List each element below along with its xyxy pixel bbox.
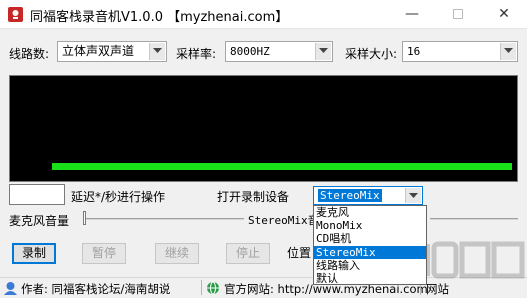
line-count-select[interactable]: 立体声双声道 bbox=[57, 41, 167, 62]
device-option[interactable]: 默认 bbox=[314, 272, 426, 285]
window-title: 同福客栈录音机V1.0.0 【myzhenai.com】 bbox=[30, 10, 289, 25]
chevron-down-icon bbox=[500, 43, 516, 60]
minimize-icon: — bbox=[405, 6, 419, 22]
device-label: 打开录制设备 bbox=[217, 190, 290, 204]
minimize-button[interactable]: — bbox=[389, 0, 435, 29]
status-separator bbox=[201, 280, 202, 295]
stop-button[interactable]: 停止 bbox=[226, 243, 270, 264]
device-dropdown-list[interactable]: 麦克风 MonoMix CD唱机 StereoMix 线路输入 默认 bbox=[313, 205, 427, 285]
device-option[interactable]: CD唱机 bbox=[314, 232, 426, 245]
close-button[interactable]: ✕ bbox=[481, 0, 527, 29]
device-option[interactable]: MonoMix bbox=[314, 219, 426, 232]
close-icon: ✕ bbox=[498, 6, 510, 22]
sample-size-label: 采样大小: bbox=[345, 47, 398, 61]
globe-icon bbox=[207, 281, 219, 295]
device-option[interactable]: 线路输入 bbox=[314, 259, 426, 272]
avatar-icon bbox=[4, 282, 17, 295]
device-option[interactable]: 麦克风 bbox=[314, 206, 426, 219]
app-icon bbox=[8, 7, 23, 22]
audio-level-bar bbox=[52, 163, 512, 170]
chevron-down-icon bbox=[405, 188, 421, 203]
sample-rate-label: 采样率: bbox=[176, 47, 217, 61]
line-count-value: 立体声双声道 bbox=[62, 44, 135, 58]
pause-button[interactable]: 暂停 bbox=[82, 243, 126, 264]
continue-button[interactable]: 继续 bbox=[155, 243, 199, 264]
line-count-label: 线路数: bbox=[9, 47, 50, 61]
device-option-selected[interactable]: StereoMix bbox=[314, 245, 426, 259]
sample-rate-value: 8000HZ bbox=[230, 45, 270, 58]
sample-size-select[interactable]: 16 bbox=[402, 41, 518, 62]
author-text: 作者: 同福客栈论坛/海南胡说 bbox=[21, 282, 171, 296]
delay-label: 延迟*/秒进行操作 bbox=[71, 190, 166, 204]
stereomix-volume-label: StereoMix音 bbox=[248, 214, 319, 227]
mic-volume-track[interactable] bbox=[84, 218, 244, 220]
sample-rate-select[interactable]: 8000HZ bbox=[225, 41, 333, 62]
maximize-button bbox=[435, 0, 481, 29]
delay-input[interactable] bbox=[9, 184, 65, 205]
chevron-down-icon bbox=[315, 43, 331, 60]
sample-size-value: 16 bbox=[407, 45, 421, 58]
stereomix-volume-track[interactable] bbox=[430, 218, 518, 220]
device-select[interactable]: StereoMix bbox=[313, 186, 423, 205]
mic-volume-thumb[interactable] bbox=[83, 211, 86, 225]
chevron-down-icon bbox=[149, 43, 165, 60]
record-button[interactable]: 录制 bbox=[12, 243, 56, 264]
mic-volume-label: 麦克风音量 bbox=[9, 214, 70, 228]
device-select-value: StereoMix bbox=[318, 189, 382, 202]
location-label: 位置 bbox=[287, 246, 312, 260]
maximize-icon bbox=[453, 9, 463, 19]
title-bar[interactable]: 同福客栈录音机V1.0.0 【myzhenai.com】 — ✕ bbox=[0, 0, 527, 29]
audio-visualizer bbox=[9, 75, 518, 182]
